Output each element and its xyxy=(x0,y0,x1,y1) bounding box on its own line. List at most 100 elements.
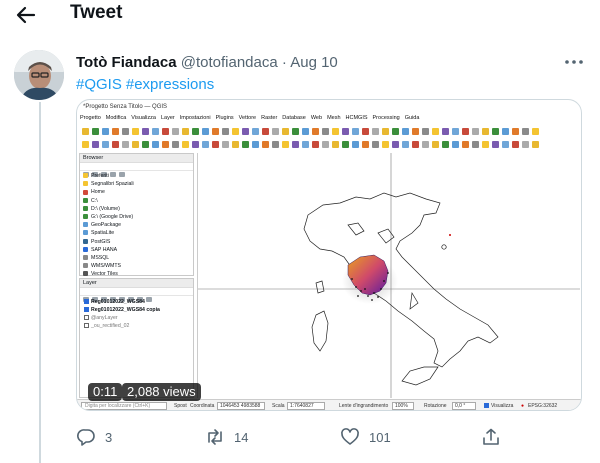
layers-panel-tools xyxy=(80,288,193,302)
tweet-meta: Totò Fiandaca @totofiandaca · Aug 10 xyxy=(76,54,338,71)
browser-item-label: GeoPackage xyxy=(91,222,121,229)
qgis-toolbar-icon xyxy=(231,141,239,148)
qgis-menu-item: Layer xyxy=(160,115,175,121)
scale-label: Scala xyxy=(272,403,285,409)
author-handle[interactable]: @totofiandaca xyxy=(181,54,278,71)
qgis-menu-item: Guida xyxy=(404,115,420,121)
qgis-toolbar-1 xyxy=(80,126,576,137)
qgis-toolbar-icon xyxy=(411,141,419,148)
browser-item: Segnalibri Spaziali xyxy=(83,180,190,188)
browser-item-icon xyxy=(83,197,88,203)
browser-item: MSSQL xyxy=(83,254,190,262)
browser-item: SpatiaLite xyxy=(83,229,190,237)
qgis-menubar: Progetto Modifica Visualizza Layer Impostazi… xyxy=(80,115,424,121)
browser-item-icon xyxy=(83,271,88,277)
qgis-toolbar-icon xyxy=(91,128,99,135)
qgis-toolbar-icon xyxy=(421,141,429,148)
layer-label: Reg01012022_WGS84 xyxy=(91,299,145,305)
qgis-toolbar-icon xyxy=(301,128,309,135)
qgis-toolbar-icon xyxy=(201,128,209,135)
qgis-toolbar-icon xyxy=(501,128,509,135)
rotation-value: 0,0 ° xyxy=(455,403,466,409)
tweet-date[interactable]: Aug 10 xyxy=(290,54,338,71)
qgis-toolbar-icon xyxy=(401,141,409,148)
browser-item-label: SAP HANA xyxy=(91,246,118,253)
qgis-toolbar-icon xyxy=(181,141,189,148)
qgis-toolbar-2 xyxy=(80,139,576,150)
qgis-window-title: *Progetto Senza Titolo — QGIS xyxy=(83,104,168,110)
qgis-toolbar-icon xyxy=(151,141,159,148)
qgis-toolbar-icon xyxy=(361,128,369,135)
browser-item-icon xyxy=(83,173,88,179)
qgis-toolbar-icon xyxy=(161,141,169,148)
share-icon xyxy=(483,428,499,445)
qgis-toolbar-icon xyxy=(341,141,349,148)
browser-item-icon xyxy=(83,255,88,260)
hashtag-link[interactable]: #expressions xyxy=(126,76,214,93)
avatar[interactable] xyxy=(14,50,64,100)
meta-separator: · xyxy=(281,54,287,71)
more-options-icon[interactable] xyxy=(562,52,586,72)
author-name[interactable]: Totò Fiandaca xyxy=(76,54,177,71)
qgis-toolbar-icon xyxy=(81,128,89,135)
qgis-toolbar-icon xyxy=(471,141,479,148)
browser-item-icon xyxy=(83,263,88,269)
qgis-toolbar-icon xyxy=(321,128,329,135)
browser-item: C:\ xyxy=(83,197,190,205)
qgis-toolbar-icon xyxy=(161,128,169,135)
back-arrow-icon[interactable] xyxy=(14,4,38,26)
qgis-toolbar-icon xyxy=(121,128,129,135)
tweet-video[interactable]: *Progetto Senza Titolo — QGIS Progetto Mo… xyxy=(76,99,582,411)
qgis-toolbar-icon xyxy=(441,128,449,135)
qgis-menu-item: Processing xyxy=(372,115,400,121)
crs-icon: ● xyxy=(521,403,525,409)
qgis-toolbar-icon xyxy=(381,128,389,135)
qgis-toolbar-icon xyxy=(351,141,359,148)
qgis-menu-item: Visualizza xyxy=(131,115,156,121)
layer-checkbox xyxy=(84,323,89,329)
map-marker xyxy=(441,244,447,250)
qgis-toolbar-icon xyxy=(281,128,289,135)
qgis-toolbar-icon xyxy=(181,128,189,135)
browser-item: SAP HANA xyxy=(83,246,190,254)
browser-item-icon xyxy=(83,222,88,228)
thread-line xyxy=(39,102,41,463)
qgis-toolbar-icon xyxy=(371,141,379,148)
qgis-toolbar-icon xyxy=(81,141,89,148)
render-label: Visualizza xyxy=(491,403,514,409)
browser-item-icon xyxy=(83,214,88,220)
layer-label: Reg01012022_WGS84 copia xyxy=(91,307,160,313)
qgis-toolbar-icon xyxy=(101,141,109,148)
qgis-toolbar-icon xyxy=(191,128,199,135)
qgis-toolbar-icon xyxy=(201,141,209,148)
browser-item-icon xyxy=(83,230,88,236)
video-views: 2,088 views xyxy=(122,383,201,401)
qgis-toolbar-icon xyxy=(141,128,149,135)
browser-item-icon xyxy=(83,189,88,195)
browser-item-label: Home xyxy=(91,189,105,196)
qgis-menu-item: Database xyxy=(282,115,306,121)
qgis-toolbar-icon xyxy=(391,141,399,148)
qgis-toolbar-icon xyxy=(131,141,139,148)
layers-panel-title: Layer xyxy=(80,279,193,288)
qgis-menu-item: Vettore xyxy=(238,115,257,121)
page-header: Tweet xyxy=(0,0,600,30)
qgis-toolbar-icon xyxy=(191,141,199,148)
hashtag-link[interactable]: #QGIS xyxy=(76,76,122,93)
browser-item-label: Preferiti xyxy=(91,173,109,179)
qgis-toolbar-icon xyxy=(211,128,219,135)
qgis-toolbar-icon xyxy=(211,141,219,148)
browser-tree: Preferiti Segnalibri Spaziali Home C:\ D:\ (… xyxy=(80,171,193,279)
qgis-toolbar-icon xyxy=(121,141,129,148)
layer-item: Reg01012022_WGS84 copia xyxy=(84,306,189,314)
qgis-toolbar-icon xyxy=(241,128,249,135)
qgis-toolbar-icon xyxy=(491,141,499,148)
qgis-toolbar-icon xyxy=(341,128,349,135)
qgis-toolbar-icon xyxy=(251,141,259,148)
browser-item: Preferiti xyxy=(83,172,190,180)
reply-count: 3 xyxy=(105,430,113,445)
qgis-toolbar-icon xyxy=(301,141,309,148)
qgis-toolbar-icon xyxy=(311,141,319,148)
browser-item: D:\ (Volume) xyxy=(83,205,190,213)
qgis-toolbar-icon xyxy=(461,128,469,135)
